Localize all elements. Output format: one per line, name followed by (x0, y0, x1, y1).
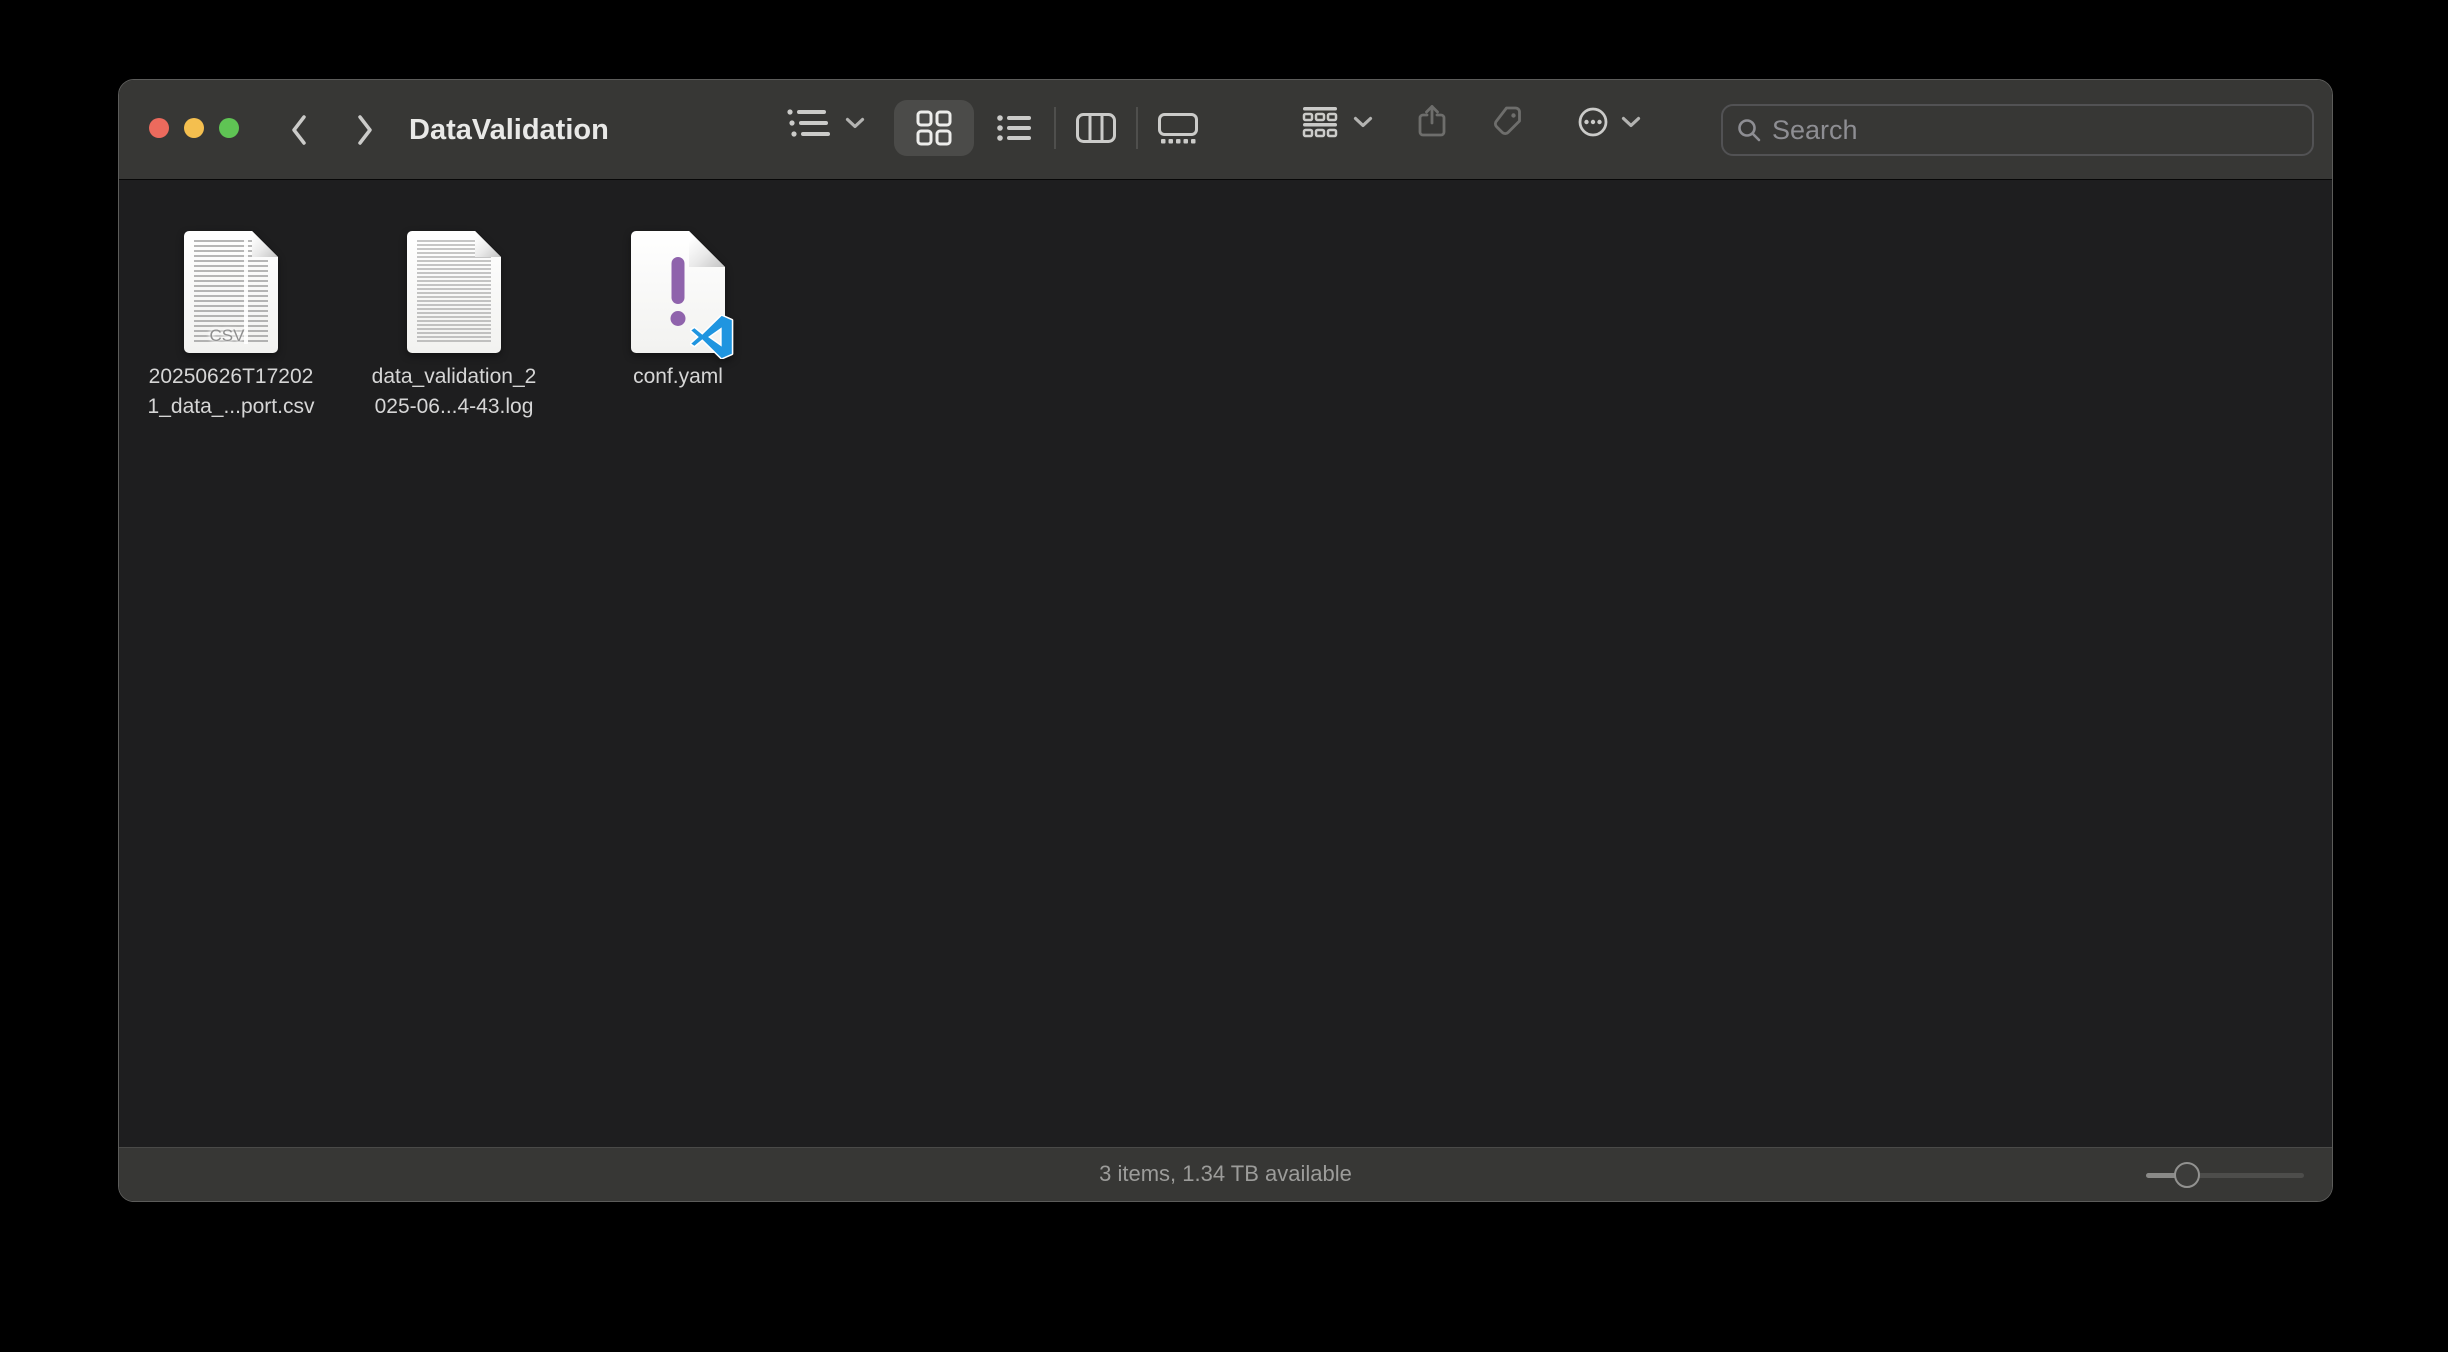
chevron-left-icon (289, 113, 309, 147)
search-field[interactable] (1721, 104, 2314, 156)
chevron-right-icon (355, 113, 375, 147)
log-file-icon (407, 231, 501, 353)
forward-button[interactable] (351, 113, 379, 147)
yaml-file-icon (631, 231, 725, 353)
search-input[interactable] (1772, 115, 2299, 146)
file-item-log[interactable]: data_validation_2 025-06...4-43.log (344, 231, 564, 422)
view-gallery-button[interactable] (1138, 100, 1218, 156)
icon-size-slider[interactable] (2146, 1161, 2304, 1189)
slider-thumb[interactable] (2174, 1162, 2200, 1188)
window-controls (149, 118, 239, 138)
page-fold-corner (252, 231, 278, 257)
file-name: data_validation_2 025-06...4-43.log (372, 362, 537, 422)
file-item-yaml[interactable]: conf.yaml (568, 231, 788, 392)
column-view-icon (1076, 113, 1116, 143)
file-name-line: 20250626T17202 (148, 362, 315, 392)
status-bar: 3 items, 1.34 TB available (119, 1147, 2332, 1201)
more-actions-button[interactable] (1577, 106, 1641, 138)
search-icon (1736, 117, 1762, 143)
exclamation-mark-icon (671, 257, 686, 326)
ellipsis-circle-icon (1577, 106, 1609, 138)
file-name-line: data_validation_2 (372, 362, 537, 392)
grid-view-icon (916, 110, 952, 146)
page-fold-corner (689, 231, 725, 267)
view-switcher (894, 100, 1218, 156)
status-text: 3 items, 1.34 TB available (119, 1148, 2332, 1200)
bullet-list-icon (786, 106, 832, 140)
file-item-csv[interactable]: CSV 20250626T17202 1_data_...port.csv (121, 231, 341, 422)
zoom-window-button[interactable] (219, 118, 239, 138)
back-button[interactable] (285, 113, 313, 147)
tag-button[interactable] (1491, 105, 1525, 137)
chevron-down-icon (1353, 116, 1373, 128)
file-name: conf.yaml (633, 362, 723, 392)
file-name: 20250626T17202 1_data_...port.csv (148, 362, 315, 422)
page-fold-corner (475, 231, 501, 257)
csv-badge-label: CSV (184, 326, 270, 346)
list-view-icon (996, 113, 1032, 143)
chevron-down-icon (1621, 116, 1641, 128)
group-by-icon (1301, 106, 1339, 138)
minimize-button[interactable] (184, 118, 204, 138)
share-button[interactable] (1415, 104, 1449, 138)
view-list-button[interactable] (974, 100, 1054, 156)
group-by-button[interactable] (1301, 106, 1373, 138)
file-name-line: conf.yaml (633, 362, 723, 392)
file-area-background[interactable]: CSV 20250626T17202 1_data_...port.csv da… (119, 181, 2332, 1147)
file-name-line: 1_data_...port.csv (148, 392, 315, 422)
window-title: DataValidation (409, 80, 609, 180)
file-name-line: 025-06...4-43.log (372, 392, 537, 422)
tag-icon (1492, 105, 1524, 137)
csv-file-icon: CSV (184, 231, 278, 353)
share-icon (1417, 104, 1447, 138)
close-button[interactable] (149, 118, 169, 138)
finder-window: DataValidation (118, 79, 2333, 1202)
view-columns-button[interactable] (1056, 100, 1136, 156)
view-grid-button[interactable] (894, 100, 974, 156)
view-options-button[interactable] (786, 106, 865, 140)
gallery-view-icon (1158, 113, 1198, 144)
vscode-logo-icon (690, 315, 734, 359)
toolbar: DataValidation (119, 80, 2332, 180)
chevron-down-icon (845, 117, 865, 129)
